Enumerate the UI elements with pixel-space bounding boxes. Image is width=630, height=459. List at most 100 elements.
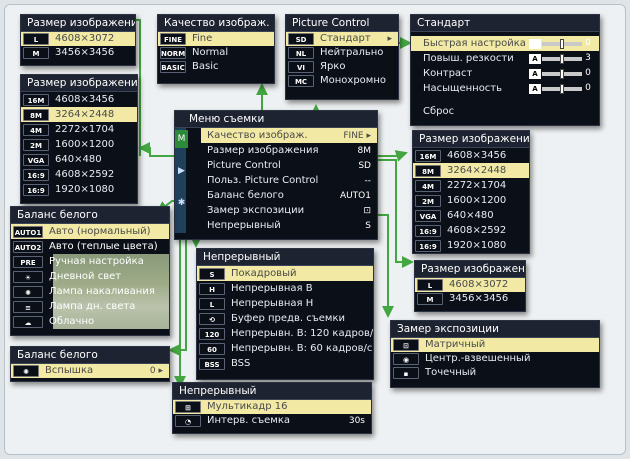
menu-option[interactable]: MC Монохромно xyxy=(286,74,398,88)
option-icon: VI xyxy=(288,61,314,73)
menu-option[interactable]: 16M 4608×3456 xyxy=(21,92,137,107)
menu-option[interactable]: ▪ Точечный xyxy=(391,366,599,380)
menu-option[interactable]: ◉ Центр.-взвешенный xyxy=(391,352,599,366)
option-label: 2272×1704 xyxy=(55,123,115,135)
option-icon: 4M xyxy=(415,179,441,192)
panel-body: L 4608×3072 M 3456×3456 xyxy=(415,278,525,306)
setting-slider[interactable]: A3 xyxy=(529,51,593,66)
option-label: Матричный xyxy=(425,339,486,350)
menu-option[interactable]: ⟲ Буфер предв. съемки xyxy=(197,311,373,326)
option-icon: 16:9 xyxy=(23,168,49,181)
menu-option[interactable]: ✺ Вспышка 0 ▸ xyxy=(11,364,169,378)
menu-option[interactable]: H Непрерывная В xyxy=(197,281,373,296)
menu-option[interactable]: 2M 1600×1200 xyxy=(21,137,137,152)
menu-item[interactable]: Непрерывный S xyxy=(201,218,377,233)
menu-item-label: Качество изображ. xyxy=(207,129,308,141)
setting-slider[interactable]: A0 xyxy=(529,81,593,96)
option-label: Стандарт xyxy=(320,33,371,44)
reset-option[interactable]: Сброс xyxy=(411,104,599,119)
panel-title: Picture Control xyxy=(286,15,398,32)
menu-option[interactable]: 120 Непрерывн. В: 120 кадров/с xyxy=(197,326,373,341)
slider-knob[interactable] xyxy=(560,68,564,79)
menu-option[interactable]: L 4608×3072 xyxy=(415,278,525,292)
setup-tab-icon[interactable]: ✱ xyxy=(175,194,188,212)
menu-option[interactable]: S Покадровый xyxy=(197,266,373,281)
menu-option[interactable]: 60 Непрерывн. В: 60 кадров/с xyxy=(197,341,373,356)
video-tab-icon[interactable]: ▶ xyxy=(175,162,188,180)
menu-item-label: Picture Control xyxy=(207,159,281,171)
menu-option[interactable]: ⊡ Матричный xyxy=(391,338,599,352)
menu-option[interactable]: 16M 4608×3456 xyxy=(413,148,529,163)
option-label: 3456×3456 xyxy=(449,293,509,304)
menu-option[interactable]: VGA 640×480 xyxy=(413,208,529,223)
menu-option[interactable]: ≡ Лампа дн. света xyxy=(11,299,169,314)
panel-body: ✺ Вспышка 0 ▸ xyxy=(11,364,169,378)
menu-item[interactable]: Picture Control SD xyxy=(201,158,377,173)
menu-option[interactable]: ◔ Интерв. съемка 30s xyxy=(173,414,371,428)
option-icon: H xyxy=(199,282,225,295)
setting-slider[interactable]: 0 xyxy=(529,36,593,51)
setting-row[interactable]: Быстрая настройка 0 xyxy=(411,36,599,51)
slider-knob[interactable] xyxy=(560,38,564,49)
menu-option[interactable]: ☁ Облачно xyxy=(11,314,169,329)
menu-option[interactable]: BASIC Basic xyxy=(158,60,274,74)
menu-option[interactable]: 2M 1600×1200 xyxy=(413,193,529,208)
menu-option[interactable]: 4M 2272×1704 xyxy=(413,178,529,193)
menu-option[interactable]: VI Ярко xyxy=(286,60,398,74)
menu-option[interactable]: 8M 3264×2448 xyxy=(413,163,529,178)
option-icon: ☁ xyxy=(13,315,43,328)
menu-item-value: S xyxy=(365,220,371,231)
menu-option[interactable]: 16:9 4608×2592 xyxy=(413,223,529,238)
menu-item-label: Замер экспозиции xyxy=(207,204,305,216)
slider-knob[interactable] xyxy=(560,83,564,94)
panel-continuous-small: Непрерывный ⊞ Мультикадр 16 ◔ Интерв. съемк… xyxy=(172,382,372,434)
menu-option[interactable]: NL Нейтрально xyxy=(286,46,398,60)
menu-option[interactable]: PRE Ручная настройка xyxy=(11,254,169,269)
menu-item[interactable]: Качество изображ. FINE ▸ xyxy=(201,128,377,143)
menu-option[interactable]: M 3456×3456 xyxy=(21,46,135,60)
menu-option[interactable]: 4M 2272×1704 xyxy=(21,122,137,137)
menu-item[interactable]: Польз. Picture Control -- xyxy=(201,173,377,188)
panel-title: Размер изображения xyxy=(21,15,135,32)
option-label: Непрерывная В xyxy=(231,282,313,294)
menu-option[interactable]: 16:9 4608×2592 xyxy=(21,167,137,182)
setting-slider[interactable]: A0 xyxy=(529,66,593,81)
menu-option[interactable]: SD Стандарт ▸ xyxy=(286,32,398,46)
menu-option[interactable]: ⊞ Мультикадр 16 xyxy=(173,400,371,414)
camera-tab-icon[interactable]: M xyxy=(175,130,188,148)
setting-row[interactable]: Контраст A 0 xyxy=(411,66,599,81)
option-icon: 4M xyxy=(23,123,49,136)
menu-item[interactable]: Замер экспозиции ⊡ xyxy=(201,203,377,218)
panel-body: ⊡ Матричный ◉ Центр.-взвешенный ▪ Точечный xyxy=(391,338,599,380)
menu-option[interactable]: AUTO2 Авто (теплые цвета) xyxy=(11,239,169,254)
menu-option[interactable]: L Непрерывная Н xyxy=(197,296,373,311)
setting-row[interactable]: Насыщенность A 0 xyxy=(411,81,599,96)
panel-white-balance: Баланс белого AUTO1 Авто (нормальный) AUTO… xyxy=(10,206,170,336)
menu-option[interactable]: NORM Normal xyxy=(158,46,274,60)
menu-item[interactable]: Размер изображения 8M xyxy=(201,143,377,158)
setting-row[interactable]: Повыш. резкости A 3 xyxy=(411,51,599,66)
option-label: 4608×3456 xyxy=(447,149,507,161)
option-value: 0 ▸ xyxy=(149,366,163,376)
slider-knob[interactable] xyxy=(560,53,564,64)
menu-option[interactable]: M 3456×3456 xyxy=(415,292,525,306)
panel-title: Стандарт xyxy=(411,15,599,32)
menu-option[interactable]: AUTO1 Авто (нормальный) xyxy=(11,224,169,239)
menu-option[interactable]: FINE Fine xyxy=(158,32,274,46)
menu-option[interactable]: 8M 3264×2448 xyxy=(21,107,137,122)
setting-label: Насыщенность xyxy=(423,83,503,94)
option-label: 4608×3072 xyxy=(55,33,115,44)
option-icon: PRE xyxy=(13,255,43,268)
menu-option[interactable]: 16:9 1920×1080 xyxy=(413,238,529,253)
menu-option[interactable]: ✺ Лампа накаливания xyxy=(11,284,169,299)
menu-item[interactable]: Баланс белого AUTO1 xyxy=(201,188,377,203)
menu-option[interactable]: L 4608×3072 xyxy=(21,32,135,46)
option-label: Непрерывн. В: 120 кадров/с xyxy=(231,327,373,339)
option-label: Ярко xyxy=(320,61,346,72)
option-icon: BSS xyxy=(199,357,225,370)
menu-option[interactable]: BSS BSS xyxy=(197,356,373,371)
menu-option[interactable]: VGA 640×480 xyxy=(21,152,137,167)
menu-option[interactable]: 16:9 1920×1080 xyxy=(21,182,137,197)
panel-title: Размер изображения xyxy=(413,131,529,148)
menu-option[interactable]: ☀ Дневной свет xyxy=(11,269,169,284)
